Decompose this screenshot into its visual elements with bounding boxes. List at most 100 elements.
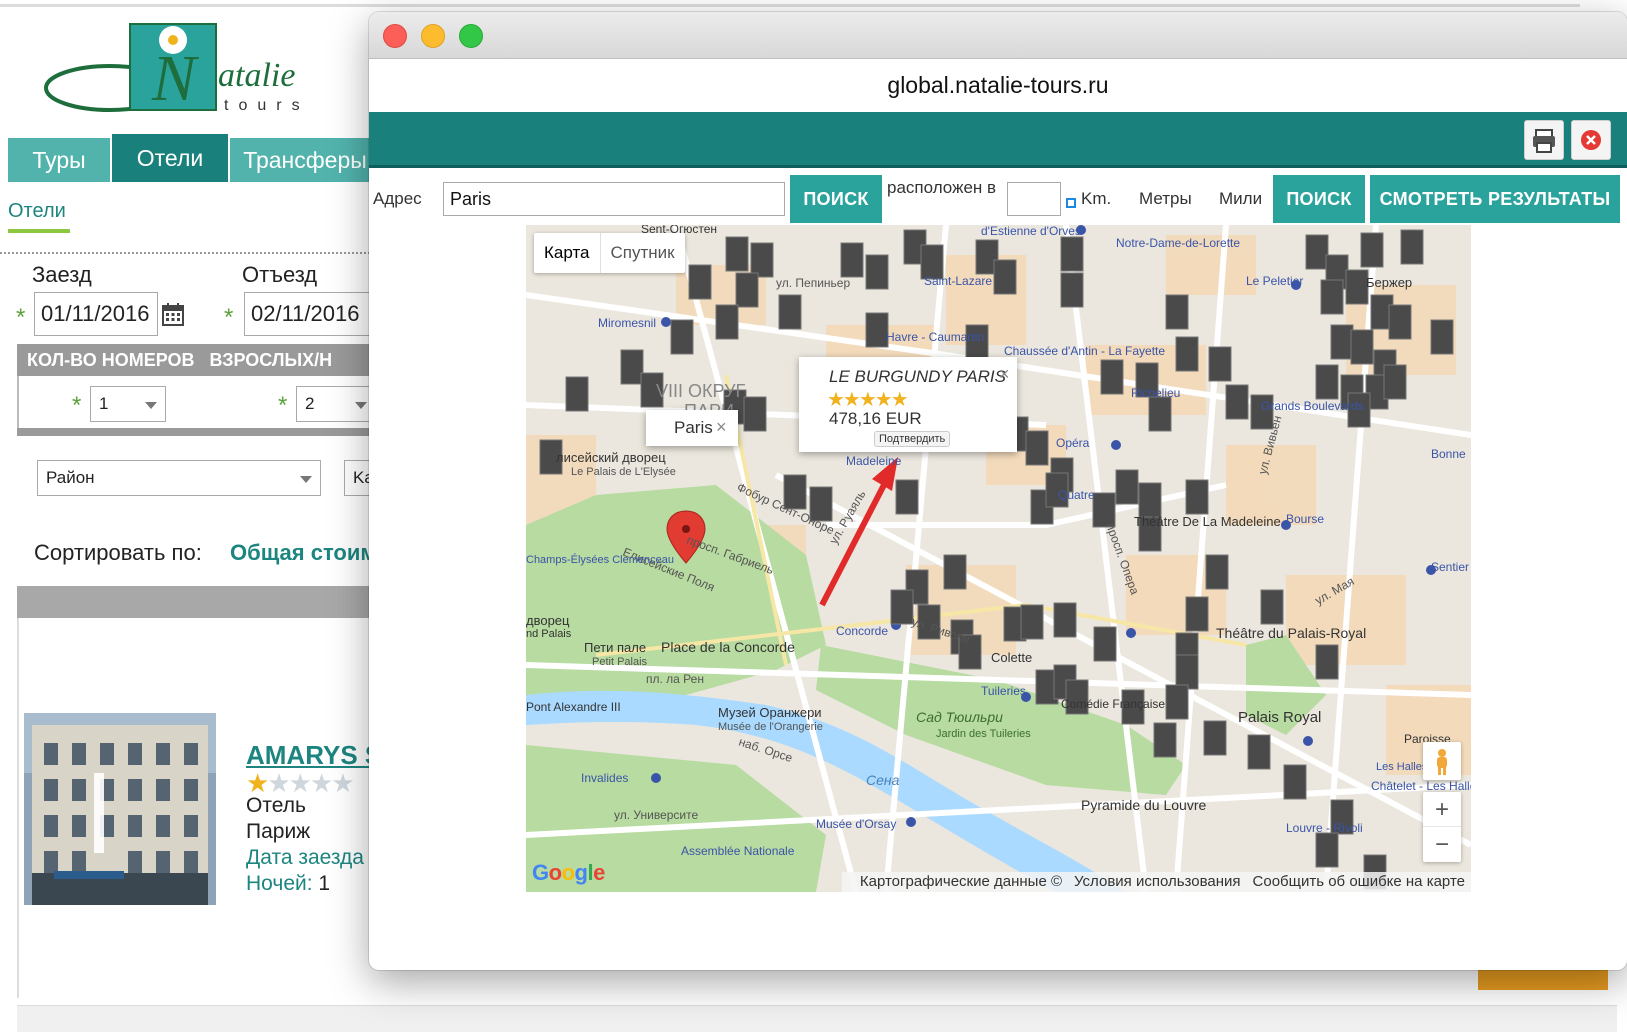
svg-text:Пети пале: Пети пале [584,640,646,655]
svg-text:Pont Alexandre III: Pont Alexandre III [526,700,621,714]
terms-link[interactable]: Условия использования [1074,873,1241,890]
confirm-button[interactable]: Подтвердить [874,431,951,447]
svg-text:Sentier: Sentier [1431,560,1469,574]
required-star: * [278,392,288,419]
url-bar[interactable]: global.natalie-tours.ru [369,59,1627,112]
svg-text:N: N [151,42,200,115]
checkout-date-input[interactable]: 02/11/2016 [244,292,374,336]
close-window-button[interactable] [383,24,407,48]
svg-text:Chaussée d'Antin - La Fayette: Chaussée d'Antin - La Fayette [1004,344,1165,358]
nav-tab-transfers[interactable]: Трансферы [230,138,380,182]
required-star: * [72,392,82,419]
star-icon: ★ [309,768,333,798]
svg-text:Théâtre du Palais-Royal: Théâtre du Palais-Royal [1216,625,1366,641]
natalie-tours-logo[interactable]: N atalie tours [40,20,360,120]
nav-tab-hotels[interactable]: Отели [112,134,228,182]
breadcrumb-underline [8,229,70,233]
map-data-link[interactable]: Картографические данные © [860,873,1062,890]
view-results-button[interactable]: СМОТРЕТЬ РЕЗУЛЬТАТЫ [1370,175,1620,223]
svg-text:Petit Palais: Petit Palais [592,656,648,668]
street-view-pegman[interactable] [1423,742,1461,780]
breadcrumb[interactable]: Отели [8,200,66,223]
km-checkbox[interactable] [1066,198,1076,208]
map-type-map[interactable]: Карта [534,233,600,273]
svg-text:ул. Пепиньер: ул. Пепиньер [776,276,850,290]
required-star: * [16,304,26,331]
checkout-label: Отъезд [242,262,318,287]
hotel-city: Париж [246,820,311,843]
svg-text:Place de la Concorde: Place de la Concorde [661,639,795,655]
svg-text:Notre-Dame-de-Lorette: Notre-Dame-de-Lorette [1116,236,1240,250]
svg-text:Le Peletier: Le Peletier [1246,274,1303,288]
svg-text:Richelieu: Richelieu [1131,386,1180,400]
search-button-2[interactable]: ПОИСК [1273,175,1365,223]
checkin-date-input[interactable]: 01/11/2016 [34,292,158,336]
svg-text:Louvre - Rivoli: Louvre - Rivoli [1286,821,1363,835]
svg-text:VIII ОКРУГ: VIII ОКРУГ [656,381,746,401]
calendar-icon[interactable] [162,302,184,331]
map-attribution: Картографические данные © Условия использ… [841,872,1471,892]
pegman-icon [1437,749,1447,775]
google-logo[interactable]: Google [532,860,605,886]
address-input[interactable]: Paris [443,182,785,216]
svg-text:Châtelet - Les Halles: Châtelet - Les Halles [1371,779,1471,793]
svg-text:Comédie Française: Comédie Française [1061,697,1165,711]
window-titlebar[interactable] [369,12,1627,59]
results-frame [17,618,19,998]
chevron-down-icon [145,402,157,409]
svg-text:Jardin des Tuileries: Jardin des Tuileries [936,728,1031,740]
popup-toolbar [369,112,1627,168]
map-canvas[interactable]: VIII ОКРУГ ПАРИ лисейский дворец Le Pala… [526,225,1471,892]
map-popup-window: global.natalie-tours.ru Адрес Paris ПОИС… [369,12,1627,970]
sort-option-total-price[interactable]: Общая стоим [230,540,377,566]
hotel-name-link[interactable]: AMARYS S [246,740,382,771]
svg-text:Музей Оранжери: Музей Оранжери [718,705,822,720]
page-top-divider [0,4,1580,7]
svg-text:Сад Тюильри: Сад Тюильри [916,709,1003,725]
sort-label: Сортировать по: [34,540,202,565]
svg-text:Bonne: Bonne [1431,447,1466,461]
unit-km[interactable]: Km. [1081,189,1111,209]
paris-info-window: Paris × [646,410,738,446]
close-icon[interactable]: × [716,418,727,436]
zoom-out-button[interactable]: − [1423,827,1461,862]
required-star: * [224,304,234,331]
close-icon[interactable]: × [999,365,1010,383]
nights-label: Ночей: [246,872,313,895]
paris-label: Paris [674,418,713,437]
report-error-link[interactable]: Сообщить об ошибке на карте [1253,873,1465,890]
hotel-checkin-label: Дата заезда [246,846,364,869]
map-type-control: Карта Спутник [534,233,685,273]
unit-miles[interactable]: Мили [1219,189,1262,209]
search-button[interactable]: ПОИСК [790,175,882,223]
distance-input[interactable] [1007,182,1061,216]
svg-text:Quatre: Quatre [1058,488,1095,502]
minimize-window-button[interactable] [421,24,445,48]
svg-text:Théâtre De La Madeleine: Théâtre De La Madeleine [1134,514,1281,529]
maximize-window-button[interactable] [459,24,483,48]
rooms-header: КОЛ-ВО НОМЕРОВ [27,350,195,370]
checkin-label: Заезд [32,262,92,287]
hotel-nights: Ночей: 1 [246,872,330,896]
hotel-photo[interactable] [24,713,216,905]
svg-text:Сена: Сена [866,772,900,788]
rooms-select[interactable]: 1 [90,386,166,422]
svg-text:Assemblée Nationale: Assemblée Nationale [681,844,795,858]
form-frame-bottom [17,428,377,436]
close-popup-button[interactable] [1571,120,1611,160]
google-map[interactable]: VIII ОКРУГ ПАРИ лисейский дворец Le Pala… [526,225,1471,892]
printer-icon [1533,129,1555,153]
unit-meters[interactable]: Метры [1139,189,1192,209]
map-type-satellite[interactable]: Спутник [599,233,685,273]
print-button[interactable] [1524,120,1564,160]
adults-select[interactable]: 2 [296,386,376,422]
svg-text:Miromesnil: Miromesnil [598,316,656,330]
svg-text:Tuileries: Tuileries [981,684,1026,698]
district-select[interactable]: Район [37,460,321,496]
form-frame-left [17,376,19,430]
map-search-row: Адрес Paris ПОИСК расположен в Km. Метры… [369,171,1627,225]
svg-text:Concorde: Concorde [836,624,888,638]
nav-tab-tours[interactable]: Туры [8,138,110,182]
nights-value: 1 [318,872,331,895]
zoom-in-button[interactable]: + [1423,792,1461,827]
